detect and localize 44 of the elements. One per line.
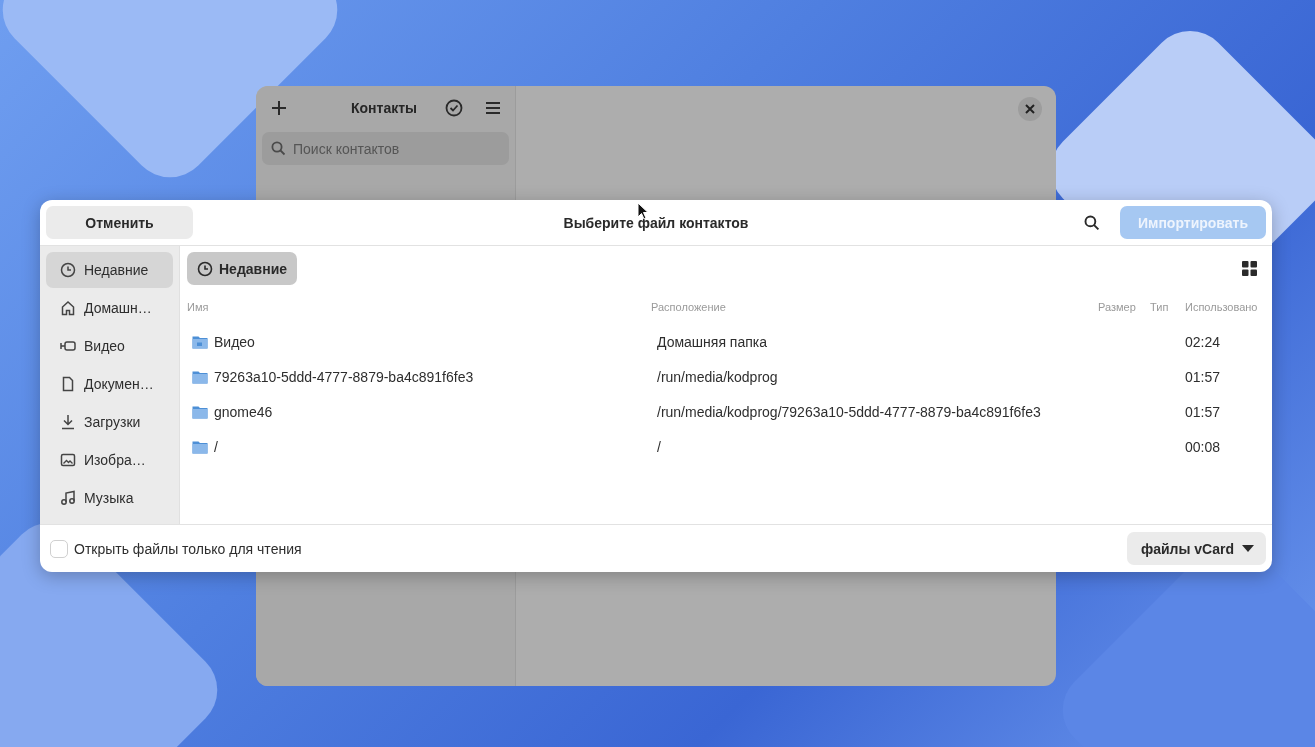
file-type-dropdown[interactable]: файлы vCard (1126, 532, 1266, 565)
image-icon (60, 452, 76, 468)
sidebar-item[interactable]: Домашн… (46, 290, 173, 326)
time-cell-text: 01:57 (1185, 367, 1222, 387)
document-icon (60, 376, 76, 392)
sidebar-item[interactable]: Видео (46, 328, 173, 364)
clock-icon (197, 260, 213, 277)
location-cell-text: Домашняя папка (656, 332, 769, 352)
read-only-checkbox[interactable]: Открыть файлы только для чтения (50, 539, 302, 558)
home-icon (60, 300, 76, 316)
add-icon[interactable] (271, 100, 287, 116)
sidebar-item[interactable]: Загрузки (46, 404, 173, 440)
dialog-title: Выберите файл контактов (563, 214, 749, 231)
sidebar-item[interactable]: Музыка (46, 480, 173, 516)
download-icon (60, 414, 76, 430)
path-button[interactable]: Недавние (187, 252, 298, 285)
search-field[interactable]: Поиск контактов (262, 132, 509, 165)
time-cell-text: 02:24 (1185, 332, 1222, 352)
location-cell-text: /run/media/kodprog/79263a10-5ddd-4777-8879-ba4c891f6fe3 (656, 402, 1042, 422)
file-name-cell[interactable]: 79263a10-5ddd-4777-8879-ba4c891f6fe3 (187, 359, 651, 394)
close-button[interactable] (1018, 97, 1042, 121)
search-icon (271, 141, 286, 156)
video-camera-icon (60, 338, 76, 354)
sidebar-item[interactable]: Недавние (46, 252, 173, 288)
clock-icon (60, 262, 76, 278)
window-title: Контакты (350, 100, 417, 116)
location-cell-text: / (656, 437, 662, 457)
file-name-cell[interactable]: Видео (187, 324, 651, 359)
time-cell-text: 00:08 (1185, 437, 1222, 457)
grid-view-icon[interactable] (1242, 261, 1257, 276)
search-icon[interactable] (1084, 214, 1100, 231)
time-cell-text: 01:57 (1185, 402, 1222, 422)
caret-icon (1242, 544, 1254, 553)
checkbox[interactable] (50, 539, 68, 558)
sidebar-item[interactable]: Докумен… (46, 366, 173, 402)
file-name-cell[interactable]: / (187, 429, 651, 464)
menu-icon[interactable] (485, 101, 501, 115)
music-note-icon (60, 490, 76, 506)
location-cell-text: /run/media/kodprog (656, 367, 779, 387)
file-name-cell[interactable]: gnome46 (187, 394, 651, 429)
close-icon (1025, 104, 1035, 114)
sidebar-item[interactable]: Изобра… (46, 442, 173, 478)
check-circle-icon[interactable] (445, 99, 463, 117)
cancel-button[interactable]: Отменить (46, 206, 193, 239)
